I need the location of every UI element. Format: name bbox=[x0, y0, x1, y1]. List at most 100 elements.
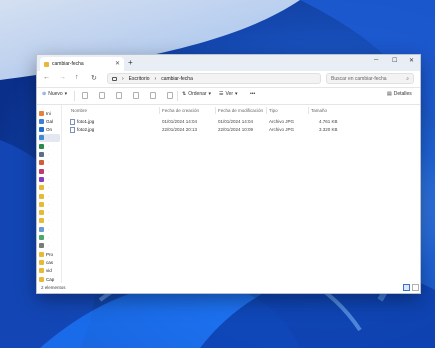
sidebar-item[interactable]: Ini bbox=[39, 109, 60, 117]
sidebar-item[interactable]: ∙ bbox=[39, 133, 60, 142]
folder-icon bbox=[39, 201, 44, 207]
sidebar-item[interactable]: ∙ bbox=[39, 184, 60, 192]
sidebar-item[interactable]: On bbox=[39, 126, 60, 134]
folder-icon bbox=[44, 61, 49, 67]
paste-icon[interactable] bbox=[116, 92, 122, 99]
pin-icon: ∙ bbox=[48, 243, 50, 249]
sidebar-item[interactable]: Pro bbox=[39, 250, 60, 258]
column-divider bbox=[266, 107, 267, 114]
pin-icon: ∙ bbox=[48, 160, 50, 166]
tab-title: cambiar-fecha bbox=[52, 61, 84, 67]
sidebar-item[interactable]: ∙ bbox=[39, 159, 60, 167]
app-icon bbox=[39, 243, 44, 249]
navigation-bar: ← → ↑ ↻ › Escritorio › cambiar-fecha Bus… bbox=[37, 71, 420, 88]
sidebar-item[interactable]: ∙ bbox=[39, 234, 60, 242]
column-divider bbox=[308, 107, 309, 114]
navigation-pane: Ini Gal On ∙ ∙ ∙ ∙ ∙ ∙ ∙ ∙ ∙ ∙ ∙ ∙ ∙ ∙ Pro cas vid Cap bbox=[37, 105, 62, 283]
sidebar-item[interactable]: ∙ bbox=[39, 209, 60, 217]
gallery-icon bbox=[39, 118, 44, 124]
sidebar-item[interactable]: ∙ bbox=[39, 167, 60, 175]
sidebar-item[interactable]: vid bbox=[39, 267, 60, 275]
column-divider bbox=[159, 107, 160, 114]
sidebar-item-label: Gal bbox=[46, 118, 54, 124]
column-header-created[interactable]: Fecha de creación bbox=[162, 108, 199, 113]
tiles-view-button[interactable] bbox=[412, 284, 419, 291]
desktop-icon bbox=[39, 135, 44, 141]
sidebar-item[interactable]: ∙ bbox=[39, 217, 60, 225]
more-options-button[interactable]: ••• bbox=[250, 91, 255, 97]
folder-icon bbox=[39, 193, 44, 199]
details-view-button[interactable] bbox=[403, 284, 410, 291]
file-created: 01/01/2024 14:04 bbox=[162, 119, 198, 124]
divider bbox=[177, 91, 178, 101]
chevron-right-icon: › bbox=[154, 75, 157, 82]
column-header-size[interactable]: Tamaño bbox=[311, 108, 327, 113]
sidebar-item[interactable]: Cap bbox=[39, 275, 60, 283]
column-header-modified[interactable]: Fecha de modificación bbox=[218, 108, 263, 113]
pin-icon: ∙ bbox=[48, 226, 50, 232]
delete-icon[interactable] bbox=[167, 92, 173, 99]
app-icon bbox=[39, 235, 44, 240]
file-size: 3.320 KB bbox=[319, 127, 338, 132]
column-header-type[interactable]: Tipo bbox=[269, 108, 278, 113]
refresh-button[interactable]: ↻ bbox=[91, 74, 97, 82]
breadcrumb-escritorio[interactable]: Escritorio bbox=[129, 76, 150, 82]
table-row[interactable]: foto1.jpg 01/01/2024 14:04 01/01/2024 14… bbox=[70, 119, 360, 126]
pin-icon: ∙ bbox=[48, 152, 50, 157]
status-bar: 2 elementos bbox=[37, 283, 420, 293]
column-header-name[interactable]: Nombre bbox=[71, 108, 87, 113]
pictures-icon bbox=[39, 160, 44, 166]
share-icon[interactable] bbox=[150, 92, 156, 99]
minimize-button[interactable]: ─ bbox=[374, 57, 378, 63]
folder-icon bbox=[39, 259, 44, 265]
breadcrumb-cambiar-fecha[interactable]: cambiar-fecha bbox=[161, 76, 193, 82]
more-icon: ••• bbox=[250, 91, 256, 97]
tab-close-icon[interactable]: ✕ bbox=[115, 60, 120, 67]
close-button[interactable]: ✕ bbox=[409, 57, 414, 64]
pin-icon: ∙ bbox=[48, 176, 50, 182]
search-placeholder: Buscar en cambiar-fecha bbox=[331, 75, 387, 82]
jpg-file-icon bbox=[70, 119, 75, 125]
forward-button[interactable]: → bbox=[59, 74, 66, 81]
sidebar-item[interactable]: ∙ bbox=[39, 151, 60, 159]
address-bar[interactable]: › Escritorio › cambiar-fecha bbox=[107, 73, 321, 84]
view-button[interactable]: ☰ Ver ▾ bbox=[219, 91, 238, 97]
new-tab-button[interactable]: + bbox=[128, 58, 133, 67]
home-icon bbox=[39, 110, 44, 116]
sidebar-item[interactable]: ∙ bbox=[39, 200, 60, 208]
sort-button[interactable]: ⇅ Ordenar ▾ bbox=[182, 91, 211, 97]
column-divider bbox=[215, 107, 216, 114]
sidebar-item[interactable]: ∙ bbox=[39, 225, 60, 233]
copy-icon[interactable] bbox=[99, 92, 105, 99]
sidebar-item[interactable]: ∙ bbox=[39, 142, 60, 150]
sidebar-item-label: vid bbox=[46, 268, 52, 274]
item-count: 2 elementos bbox=[41, 285, 66, 290]
rename-icon[interactable] bbox=[133, 92, 139, 99]
cut-icon[interactable] bbox=[82, 92, 88, 99]
pin-icon: ∙ bbox=[48, 168, 50, 174]
details-pane-icon: ▤ bbox=[387, 91, 392, 97]
tab-cambiar-fecha[interactable]: cambiar-fecha ✕ bbox=[40, 57, 124, 71]
chevron-down-icon: ▾ bbox=[64, 91, 68, 97]
sidebar-item[interactable]: ∙ bbox=[39, 175, 60, 183]
sidebar-item[interactable]: ∙ bbox=[39, 192, 60, 200]
back-button[interactable]: ← bbox=[43, 74, 50, 81]
sidebar-item-label: Cap bbox=[46, 276, 55, 282]
downloads-icon bbox=[39, 143, 44, 149]
file-type: Archivo JPG bbox=[269, 119, 295, 124]
search-input[interactable]: Buscar en cambiar-fecha ⌕ bbox=[326, 73, 414, 84]
sidebar-item[interactable]: cas bbox=[39, 258, 60, 266]
maximize-button[interactable]: ☐ bbox=[392, 57, 397, 64]
divider bbox=[74, 91, 75, 101]
sidebar-item[interactable]: ∙ bbox=[39, 242, 60, 250]
table-row[interactable]: foto2.jpg 22/01/2024 20:13 22/01/2024 10… bbox=[70, 127, 360, 134]
chevron-right-icon: › bbox=[122, 75, 124, 82]
sidebar-item[interactable]: Gal bbox=[39, 117, 60, 125]
search-icon: ⌕ bbox=[406, 75, 409, 82]
new-label: Nuevo bbox=[48, 91, 63, 97]
new-button[interactable]: ⊕ Nuevo ▾ bbox=[42, 91, 67, 97]
music-icon bbox=[39, 168, 44, 174]
file-size: 4.761 KB bbox=[319, 119, 338, 124]
up-button[interactable]: ↑ bbox=[75, 74, 79, 81]
details-button[interactable]: ▤ Detalles bbox=[387, 91, 412, 97]
